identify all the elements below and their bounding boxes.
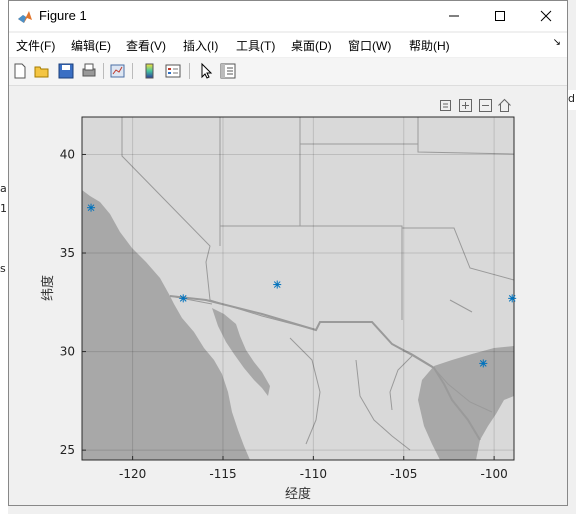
- y-tick-label: 25: [60, 443, 75, 457]
- data-point-marker: [87, 203, 96, 212]
- y-tick-label: 40: [60, 147, 75, 161]
- x-tick-label: -120: [119, 467, 146, 481]
- x-tick-label: -115: [209, 467, 236, 481]
- y-axis-label: 纬度: [40, 275, 56, 301]
- x-tick-label: -105: [390, 467, 417, 481]
- y-tick-label: 30: [60, 345, 75, 359]
- data-point-marker: [273, 280, 282, 289]
- x-axis-label: 经度: [285, 486, 311, 502]
- data-point-marker: [479, 359, 488, 368]
- x-tick-label: -110: [300, 467, 327, 481]
- map-plot[interactable]: -120 -115 -110 -105 -100 25 30 35 40 经度 纬度: [0, 0, 576, 514]
- basemap: [82, 117, 514, 460]
- data-point-marker: [508, 294, 517, 303]
- data-point-marker: [179, 294, 188, 303]
- x-tick-label: -100: [480, 467, 507, 481]
- y-tick-label: 35: [60, 246, 75, 260]
